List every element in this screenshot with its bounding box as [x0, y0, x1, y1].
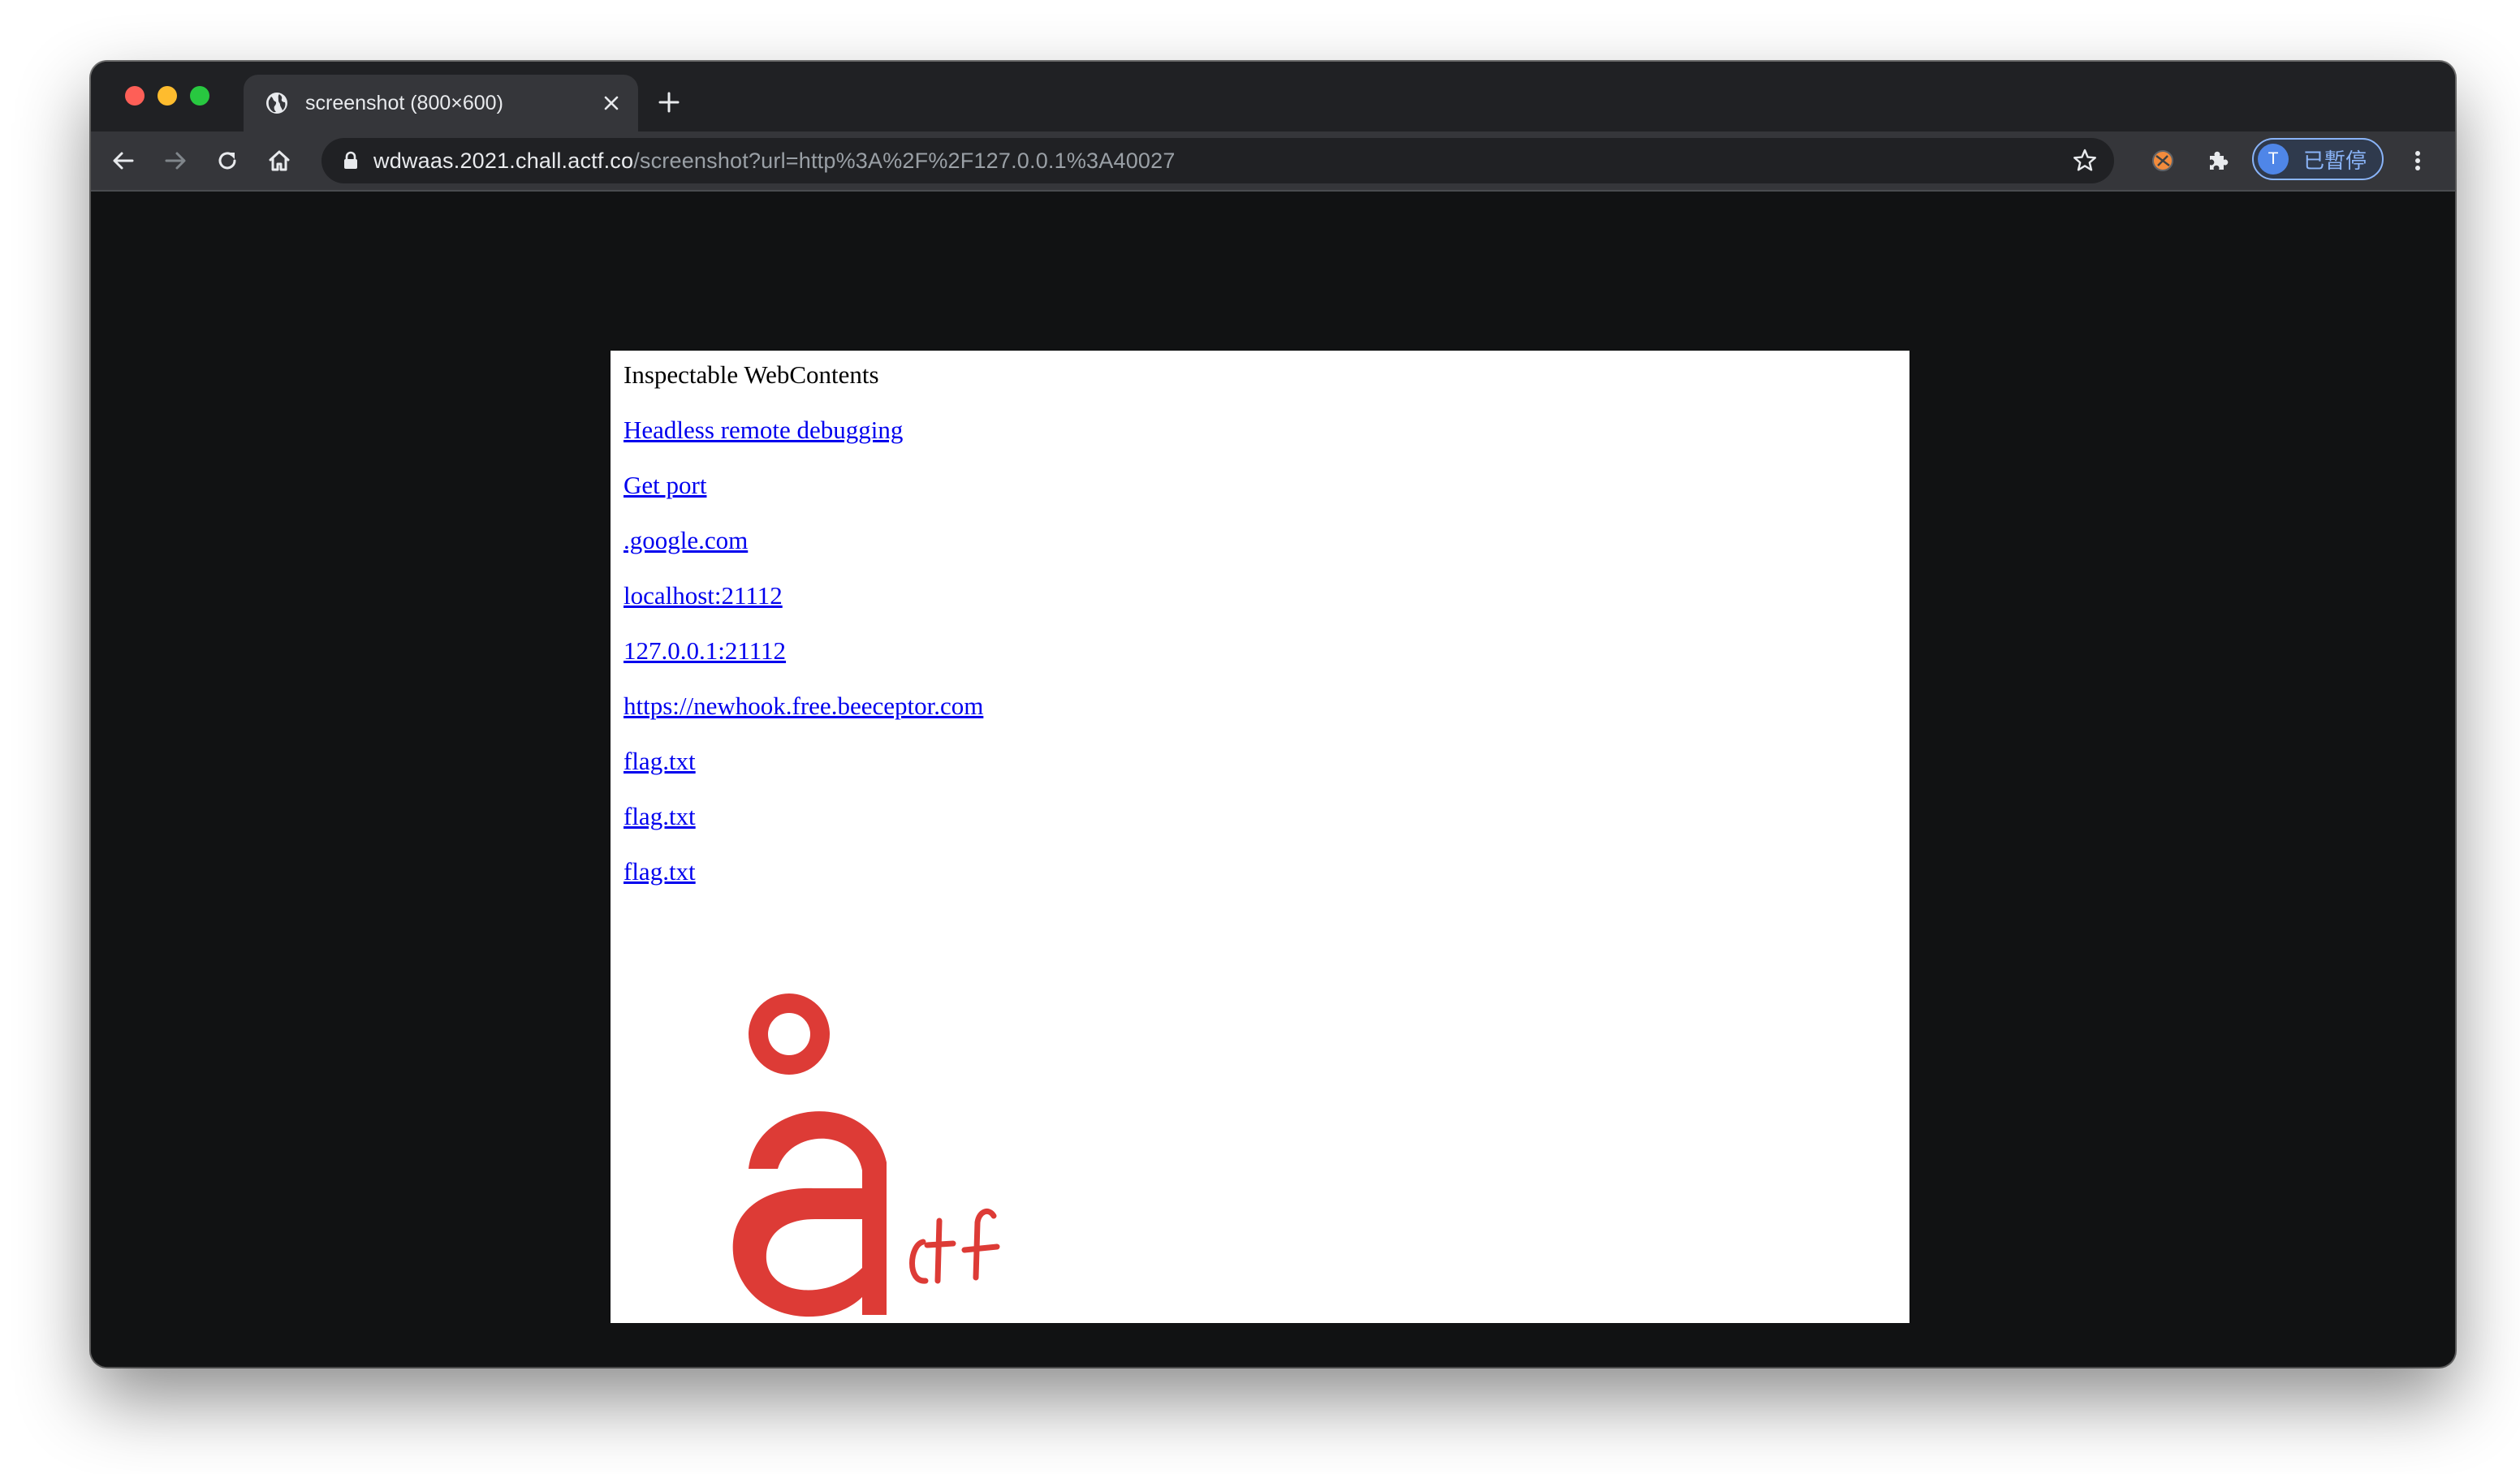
url-path: /screenshot?url=http%3A%2F%2F127.0.0.1%3… [633, 149, 1176, 173]
globe-icon [265, 91, 289, 115]
page-heading: Inspectable WebContents [624, 360, 879, 389]
title-bar: screenshot (800×600) [91, 62, 2455, 131]
browser-toolbar: wdwaas.2021.chall.actf.co/screenshot?url… [91, 131, 2455, 192]
profile-button[interactable]: T 已暫停 [2252, 138, 2384, 180]
browser-window: screenshot (800×600) wdwaas.2021.chall.a… [91, 62, 2455, 1367]
puzzle-icon[interactable] [2200, 143, 2236, 179]
screenshot-image: Inspectable WebContents Headless remote … [611, 351, 1909, 1323]
browser-tab[interactable]: screenshot (800×600) [244, 75, 638, 131]
link-flag-txt-3[interactable]: flag.txt [624, 857, 983, 912]
avatar: T [2258, 144, 2289, 175]
link-get-port[interactable]: Get port [624, 471, 983, 526]
actf-logo [732, 993, 1000, 1317]
plus-icon[interactable] [653, 86, 685, 119]
link-flag-txt-1[interactable]: flag.txt [624, 747, 983, 802]
link-list: Headless remote debugging Get port .goog… [624, 416, 983, 912]
link-flag-txt-2[interactable]: flag.txt [624, 802, 983, 857]
page-viewport: Inspectable WebContents Headless remote … [91, 192, 2455, 1367]
arrow-left-icon[interactable] [106, 143, 141, 179]
close-icon[interactable] [599, 91, 624, 115]
arrow-right-icon[interactable] [158, 143, 193, 179]
url-host: wdwaas.2021.chall.actf.co [373, 149, 634, 173]
tab-title: screenshot (800×600) [305, 91, 503, 114]
link-127-0-0-1[interactable]: 127.0.0.1:21112 [624, 636, 983, 692]
address-bar[interactable]: wdwaas.2021.chall.actf.co/screenshot?url… [321, 138, 2114, 183]
link-google-com[interactable]: .google.com [624, 526, 983, 581]
star-icon[interactable] [2072, 148, 2098, 174]
window-maximize-button[interactable] [190, 86, 209, 106]
link-headless-remote-debugging[interactable]: Headless remote debugging [624, 416, 983, 471]
reload-icon[interactable] [209, 143, 245, 179]
link-beeceptor[interactable]: https://newhook.free.beeceptor.com [624, 692, 983, 747]
profile-status-label: 已暫停 [2303, 148, 2367, 173]
link-localhost[interactable]: localhost:21112 [624, 581, 983, 636]
window-minimize-button[interactable] [158, 86, 177, 106]
lock-icon[interactable] [339, 149, 362, 172]
kebab-menu-icon[interactable] [2400, 143, 2436, 179]
window-close-button[interactable] [125, 86, 145, 106]
url-text: wdwaas.2021.chall.actf.co/screenshot?url… [373, 149, 1176, 174]
extension-badge-icon[interactable] [2145, 143, 2181, 179]
home-icon[interactable] [261, 143, 297, 179]
